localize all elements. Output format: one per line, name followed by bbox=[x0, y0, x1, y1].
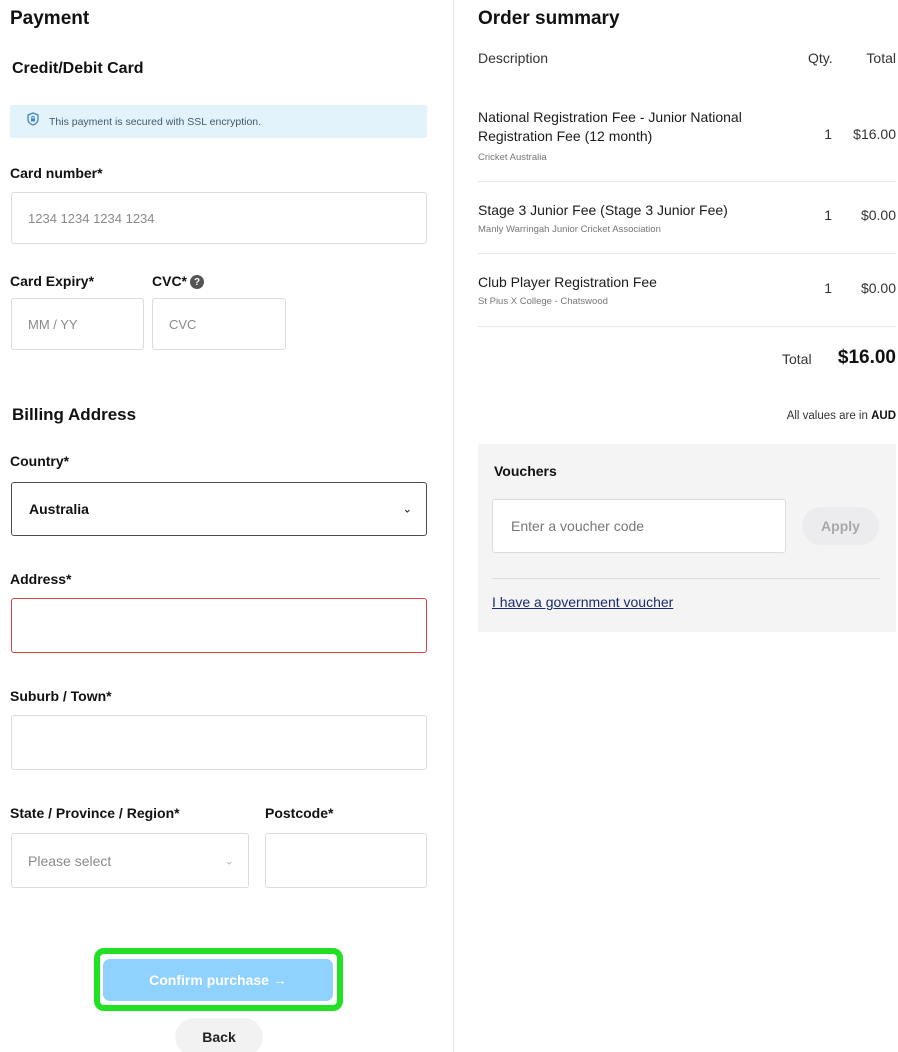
address-label: Address* bbox=[10, 571, 72, 587]
payment-title: Payment bbox=[10, 8, 90, 29]
postcode-input[interactable] bbox=[265, 833, 427, 888]
row-divider bbox=[478, 326, 896, 327]
state-select[interactable]: Please select ⌄ bbox=[11, 833, 249, 888]
cvc-label-text: CVC* bbox=[152, 273, 188, 289]
suburb-input[interactable] bbox=[11, 715, 427, 770]
address-input[interactable] bbox=[11, 598, 427, 653]
order-item-title: Stage 3 Junior Fee (Stage 3 Junior Fee) bbox=[478, 202, 728, 218]
cvc-input[interactable]: CVC bbox=[152, 298, 286, 350]
col-qty: Qty. bbox=[808, 50, 833, 66]
column-divider bbox=[453, 0, 454, 1052]
total-label: Total bbox=[782, 351, 812, 367]
country-value: Australia bbox=[29, 501, 89, 517]
order-item-subtitle: St Pius X College - Chatswood bbox=[478, 296, 608, 307]
vouchers-title: Vouchers bbox=[494, 463, 557, 479]
card-expiry-placeholder: MM / YY bbox=[28, 316, 78, 332]
currency-note: All values are in AUD bbox=[787, 410, 896, 422]
shield-lock-icon bbox=[26, 112, 40, 131]
cvc-label: CVC*? bbox=[152, 273, 205, 290]
col-total: Total bbox=[866, 50, 896, 66]
col-description: Description bbox=[478, 50, 549, 66]
card-number-placeholder: 1234 1234 1234 1234 bbox=[28, 210, 155, 226]
row-divider bbox=[478, 253, 896, 254]
order-item-qty: 1 bbox=[824, 280, 832, 296]
voucher-code-input[interactable]: Enter a voucher code bbox=[492, 499, 786, 553]
chevron-down-icon: ⌄ bbox=[402, 503, 412, 516]
row-divider bbox=[478, 181, 896, 182]
apply-voucher-button[interactable]: Apply bbox=[802, 507, 879, 545]
order-item-qty: 1 bbox=[824, 126, 832, 142]
card-number-input[interactable]: 1234 1234 1234 1234 bbox=[11, 192, 427, 244]
suburb-label: Suburb / Town* bbox=[10, 688, 112, 704]
currency-note-text: All values are in bbox=[786, 410, 868, 422]
order-item-total: $16.00 bbox=[853, 126, 896, 142]
card-expiry-input[interactable]: MM / YY bbox=[11, 298, 144, 350]
order-item-subtitle: Cricket Australia bbox=[478, 152, 547, 163]
order-item-total: $0.00 bbox=[860, 207, 896, 223]
voucher-divider bbox=[492, 578, 880, 579]
order-item-qty: 1 bbox=[824, 207, 832, 223]
total-value: $16.00 bbox=[837, 347, 896, 368]
order-summary-panel: Order summary Description Qty. Total Nat… bbox=[478, 0, 896, 1052]
state-label: State / Province / Region* bbox=[10, 805, 180, 821]
postcode-label: Postcode* bbox=[265, 805, 334, 821]
confirm-purchase-button[interactable]: Confirm purchase → bbox=[103, 959, 333, 1001]
card-expiry-label: Card Expiry* bbox=[10, 273, 95, 289]
order-item-title: Club Player Registration Fee bbox=[478, 274, 657, 290]
card-number-label: Card number* bbox=[10, 165, 103, 181]
billing-title: Billing Address bbox=[12, 405, 137, 424]
cvc-placeholder: CVC bbox=[169, 316, 197, 332]
ssl-notice: This payment is secured with SSL encrypt… bbox=[10, 105, 427, 138]
country-label: Country* bbox=[10, 453, 70, 469]
order-item-subtitle: Manly Warringah Junior Cricket Associati… bbox=[478, 224, 661, 235]
currency-code: AUD bbox=[871, 410, 896, 422]
order-summary-title: Order summary bbox=[478, 8, 620, 29]
payment-panel: Payment Credit/Debit Card This payment i… bbox=[0, 0, 440, 1052]
help-icon[interactable]: ? bbox=[190, 275, 205, 290]
back-button[interactable]: Back bbox=[175, 1018, 263, 1052]
chevron-down-icon: ⌄ bbox=[224, 855, 234, 867]
state-placeholder: Please select bbox=[28, 852, 112, 869]
country-select[interactable]: Australia ⌄ bbox=[11, 482, 427, 536]
government-voucher-link[interactable]: I have a government voucher bbox=[492, 594, 673, 610]
payment-method-title: Credit/Debit Card bbox=[12, 60, 144, 77]
ssl-notice-text: This payment is secured with SSL encrypt… bbox=[49, 115, 262, 128]
order-item-total: $0.00 bbox=[860, 280, 896, 296]
voucher-code-placeholder: Enter a voucher code bbox=[511, 518, 645, 534]
order-item-title: National Registration Fee - Junior Natio… bbox=[478, 109, 742, 144]
